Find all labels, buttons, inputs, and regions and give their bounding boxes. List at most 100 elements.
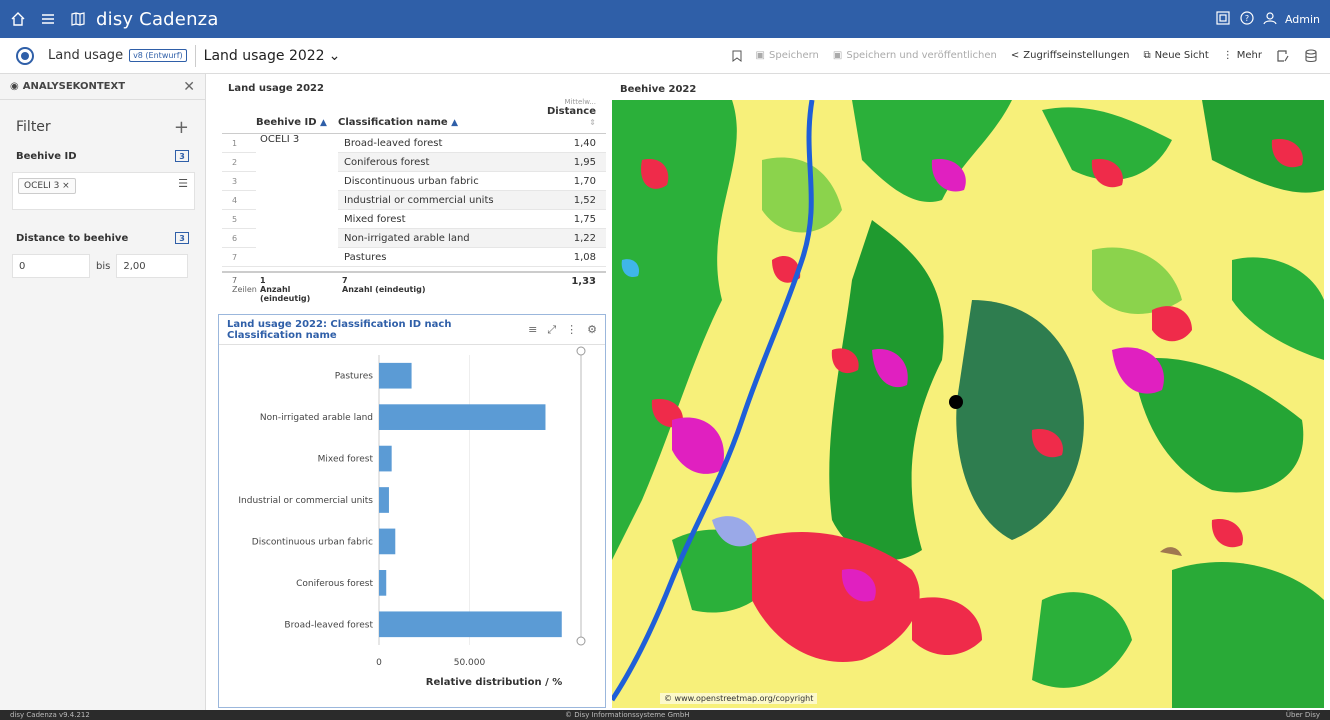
filter-title: Filter bbox=[16, 119, 51, 135]
edit-view-icon[interactable] bbox=[1276, 49, 1290, 63]
data-table: Beehive ID ▲ Classification name ▲ Mitte… bbox=[222, 98, 606, 267]
table-row[interactable]: 1 OCELI 3 Broad-leaved forest 1,40 bbox=[222, 133, 606, 267]
beehive-marker bbox=[949, 395, 963, 409]
chart-title: Land usage 2022: Classification ID nach … bbox=[227, 318, 452, 341]
filter-count-badge[interactable]: 3 bbox=[175, 232, 189, 244]
filter-distance: Distance to beehive 3 bbox=[0, 226, 205, 250]
map-icon[interactable] bbox=[66, 7, 90, 31]
chevron-down-icon: ⌄ bbox=[328, 47, 341, 64]
more-icon[interactable]: ⋮ bbox=[566, 323, 577, 337]
filter-label: Beehive ID bbox=[16, 150, 77, 162]
view-selector[interactable]: Land usage 2022 ⌄ bbox=[204, 48, 341, 64]
divider bbox=[194, 44, 196, 67]
version-label: disy Cadenza v9.4.212 bbox=[10, 711, 90, 719]
map-attribution[interactable]: © www.openstreetmap.org/copyright bbox=[660, 693, 818, 704]
beehive-id-selection[interactable]: OCELI 3 × ☰ bbox=[12, 172, 195, 210]
slider-handle[interactable] bbox=[576, 346, 586, 356]
svg-text:?: ? bbox=[1245, 14, 1249, 23]
bar[interactable] bbox=[379, 528, 396, 555]
column-header-beehive-id[interactable]: Beehive ID ▲ bbox=[256, 98, 338, 134]
user-icon[interactable] bbox=[1263, 11, 1277, 28]
column-header-distance[interactable]: Mittelw... Distance ⇕ bbox=[538, 98, 606, 134]
footer-class-label: Anzahl (eindeutig) bbox=[342, 285, 426, 294]
home-icon[interactable] bbox=[6, 7, 30, 31]
filter-beehive-id: Beehive ID 3 bbox=[0, 144, 205, 168]
x-tick-label: 0 bbox=[376, 658, 382, 668]
app-brand: disy Cadenza bbox=[96, 8, 219, 30]
slider-handle[interactable] bbox=[576, 636, 586, 646]
list-icon[interactable]: ☰ bbox=[178, 177, 188, 190]
help-icon[interactable]: ? bbox=[1239, 10, 1255, 29]
footer-row-label: Zeilen bbox=[232, 285, 257, 294]
share-icon: < bbox=[1010, 50, 1020, 61]
category-label: Pastures bbox=[335, 372, 373, 382]
bar[interactable] bbox=[379, 445, 392, 472]
x-axis-label: Relative distribution / % bbox=[426, 677, 562, 688]
access-settings-button[interactable]: < Zugriffseinstellungen bbox=[1011, 50, 1130, 61]
database-icon[interactable] bbox=[1304, 48, 1318, 63]
save-icon: ▣ bbox=[755, 50, 765, 61]
analysis-context-panel: ◉ ANALYSEKONTEXT ✕ Filter + Beehive ID 3… bbox=[0, 74, 206, 710]
more-button[interactable]: ⋮ Mehr bbox=[1223, 50, 1262, 61]
map-view: Beehive 2022 © www.openstreetmap.org/cop… bbox=[612, 78, 1324, 710]
bar[interactable] bbox=[379, 404, 546, 430]
chart-view: Land usage 2022: Classification ID nach … bbox=[218, 314, 606, 708]
screen-icon[interactable] bbox=[1215, 10, 1231, 29]
footer-distance-mean: 1,33 bbox=[571, 276, 596, 287]
settings-icon[interactable]: ⚙ bbox=[587, 323, 597, 337]
column-header-classification[interactable]: Classification name ▲ bbox=[338, 98, 538, 134]
sort-icon: ▲ bbox=[320, 118, 327, 128]
workbook-name[interactable]: Land usage bbox=[48, 48, 123, 63]
bar[interactable] bbox=[379, 611, 562, 638]
x-tick-label: 50.000 bbox=[454, 658, 486, 668]
sort-icon: ▲ bbox=[451, 118, 459, 128]
map-title: Beehive 2022 bbox=[620, 83, 697, 95]
land-usage-map[interactable]: © www.openstreetmap.org/copyright bbox=[612, 100, 1324, 708]
footer-class-count: 7 bbox=[342, 276, 348, 285]
menu-icon[interactable] bbox=[36, 7, 60, 31]
expand-icon[interactable]: ⤢ bbox=[547, 323, 556, 337]
table-title: Land usage 2022 bbox=[228, 82, 324, 94]
view-title: Land usage 2022 bbox=[203, 47, 325, 64]
category-label: Broad-leaved forest bbox=[284, 620, 373, 630]
category-label: Mixed forest bbox=[318, 455, 374, 465]
category-label: Discontinuous urban fabric bbox=[252, 537, 373, 547]
copyright-label: © Disy Informationssysteme GmbH bbox=[565, 711, 690, 719]
filter-count-badge[interactable]: 3 bbox=[175, 150, 189, 162]
footer-id-label: Anzahl (eindeutig) bbox=[260, 285, 311, 303]
save-button[interactable]: ▣ Speichern bbox=[756, 50, 819, 61]
table-view: Land usage 2022 Beehive ID ▲ Classificat… bbox=[216, 78, 608, 310]
chart-header: Land usage 2022: Classification ID nach … bbox=[219, 315, 605, 345]
index-header bbox=[222, 98, 256, 134]
beehive-cell: OCELI 3 bbox=[256, 133, 338, 267]
status-footer: disy Cadenza v9.4.212 © Disy Information… bbox=[0, 710, 1330, 720]
user-name[interactable]: Admin bbox=[1285, 13, 1320, 26]
save-publish-icon: ▣ bbox=[832, 50, 843, 61]
breadcrumb: Land usage v8 (Entwurf) bbox=[48, 48, 187, 63]
close-icon[interactable]: ✕ bbox=[183, 79, 195, 95]
map-canvas bbox=[612, 100, 1324, 708]
category-label: Non-irrigated arable land bbox=[260, 413, 373, 423]
app-bar: disy Cadenza ? Admin bbox=[0, 0, 1330, 38]
category-label: Industrial or commercial units bbox=[238, 496, 373, 506]
bookmark-button[interactable] bbox=[732, 50, 742, 62]
bookmark-icon bbox=[732, 50, 742, 62]
filter-lines-icon[interactable]: ≡ bbox=[528, 323, 537, 337]
bar[interactable] bbox=[379, 570, 387, 596]
filter-chip[interactable]: OCELI 3 × bbox=[18, 178, 76, 194]
bar[interactable] bbox=[379, 487, 389, 513]
range-separator: bis bbox=[96, 260, 111, 272]
new-view-icon: ⧉ bbox=[1143, 50, 1151, 61]
bar[interactable] bbox=[379, 362, 412, 389]
range-from-input[interactable]: 0 bbox=[12, 254, 90, 278]
context-icon: ◉ bbox=[10, 81, 19, 92]
about-link[interactable]: Über Disy bbox=[1286, 711, 1320, 719]
save-publish-button[interactable]: ▣ Speichern und veröffentlichen bbox=[833, 50, 997, 61]
range-to-input[interactable]: 2,00 bbox=[116, 254, 189, 278]
table-footer: 7 Zeilen 1 Anzahl (eindeutig) 7 Anzahl (… bbox=[222, 271, 606, 303]
distance-range: 0 bis 2,00 bbox=[12, 254, 195, 278]
filter-label: Distance to beehive bbox=[16, 232, 129, 244]
new-view-button[interactable]: ⧉ Neue Sicht bbox=[1143, 50, 1208, 61]
view-toolbar: Land usage v8 (Entwurf) Land usage 2022 … bbox=[0, 38, 1330, 74]
add-filter-button[interactable]: + bbox=[174, 117, 189, 138]
